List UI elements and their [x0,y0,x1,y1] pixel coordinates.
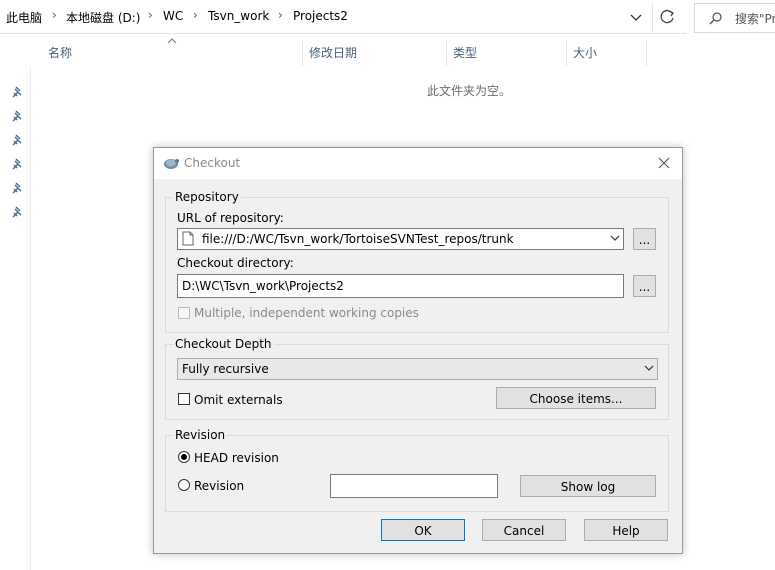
column-header-date-modified[interactable]: 修改日期 [309,44,357,61]
checkout-depth-group-label: Checkout Depth [173,337,274,351]
revision-group-label: Revision [173,428,228,442]
breadcrumb-projects2[interactable]: Projects2 [293,9,348,23]
revision-radio[interactable] [178,479,190,491]
breadcrumb-this-pc[interactable]: 此电脑 [6,9,42,26]
column-divider[interactable] [302,40,303,66]
address-bar[interactable]: 此电脑 › 本地磁盘 (D:) › WC › Tsvn_work › Proje… [0,0,686,34]
empty-folder-message: 此文件夹为空。 [427,84,512,98]
refresh-button[interactable] [652,3,683,31]
directory-browse-button[interactable]: ... [633,275,656,297]
breadcrumb-drive-d[interactable]: 本地磁盘 (D:) [66,9,140,26]
url-browse-button[interactable]: ... [633,228,656,250]
pin-icon[interactable] [11,133,25,147]
column-divider[interactable] [446,40,447,66]
checkout-directory-label: Checkout directory: [177,256,294,270]
dialog-titlebar[interactable]: Checkout [154,148,682,179]
pin-icon[interactable] [11,109,25,123]
breadcrumb-separator-icon: › [193,8,198,22]
column-divider[interactable] [646,40,647,66]
depth-select[interactable]: Fully recursive [177,358,658,380]
choose-items-button[interactable]: Choose items... [496,387,656,409]
show-log-button[interactable]: Show log [520,475,656,497]
pin-icon[interactable] [11,205,25,219]
url-value: file:///D:/WC/Tsvn_work/TortoiseSVNTest_… [202,232,514,246]
cancel-button[interactable]: Cancel [482,519,566,541]
close-icon [658,157,670,169]
repository-group-label: Repository [173,190,241,204]
pin-icon[interactable] [11,181,25,195]
checkout-dialog: Checkout Repository URL of repository: f… [153,147,683,554]
radio-selected-dot [181,454,187,460]
checkout-directory-input[interactable]: D:\WC\Tsvn_work\Projects2 [177,274,624,298]
tortoisesvn-icon [164,159,179,169]
refresh-icon [660,9,674,24]
column-header-size[interactable]: 大小 [573,44,597,61]
column-divider[interactable] [566,40,567,66]
omit-externals-label: Omit externals [194,393,283,407]
url-combobox[interactable]: file:///D:/WC/Tsvn_work/TortoiseSVNTest_… [177,228,624,250]
breadcrumb-wc[interactable]: WC [163,9,183,23]
column-header-name[interactable]: 名称 [48,44,72,61]
revision-label: Revision [194,479,245,493]
breadcrumb-separator-icon: › [52,8,57,22]
sort-ascending-icon [167,38,177,44]
chevron-down-icon[interactable] [610,234,620,242]
breadcrumb-tsvn-work[interactable]: Tsvn_work [208,9,269,23]
depth-selected-value: Fully recursive [182,362,269,376]
url-label: URL of repository: [177,211,284,225]
chevron-down-icon[interactable] [628,9,644,25]
navigation-pane [0,66,31,570]
pin-icon[interactable] [11,85,25,99]
file-icon [182,231,194,246]
revision-input[interactable] [330,474,498,498]
dialog-title: Checkout [184,156,241,170]
search-placeholder: 搜索"Pr [735,12,775,26]
help-button[interactable]: Help [584,519,668,541]
breadcrumb-separator-icon: › [148,8,153,22]
multiple-working-copies-checkbox[interactable] [178,307,190,319]
ok-button[interactable]: OK [381,519,465,541]
search-icon [709,12,722,25]
pin-icon[interactable] [11,157,25,171]
chevron-down-icon[interactable] [644,364,654,372]
close-button[interactable] [652,152,676,174]
head-revision-radio[interactable] [178,451,190,463]
checkout-directory-value: D:\WC\Tsvn_work\Projects2 [182,279,344,293]
omit-externals-checkbox[interactable] [178,393,190,405]
head-revision-label: HEAD revision [194,451,279,465]
column-header-type[interactable]: 类型 [453,44,477,61]
search-input[interactable]: 搜索"Pr [694,3,775,33]
breadcrumb-separator-icon: › [278,8,283,22]
multiple-working-copies-label: Multiple, independent working copies [194,306,419,320]
